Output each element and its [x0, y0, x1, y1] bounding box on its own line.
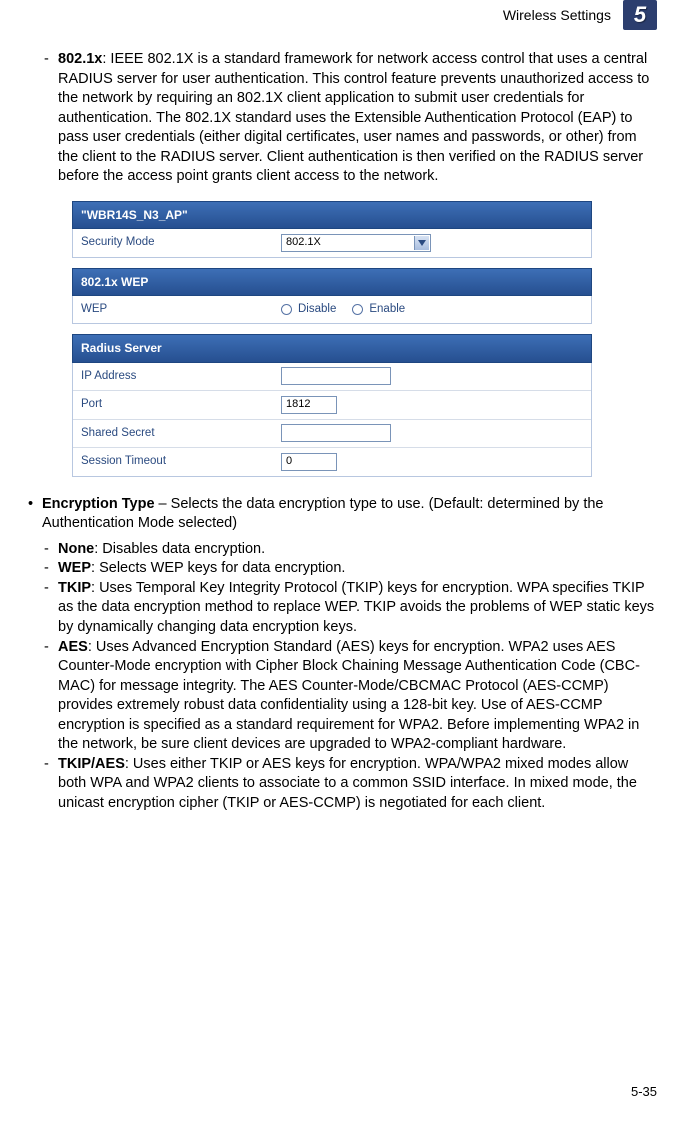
bullet-icon: • [28, 495, 42, 534]
port-label: Port [73, 391, 273, 419]
text-tkip: : Uses Temporal Key Integrity Protocol (… [58, 580, 654, 635]
header-title: Wireless Settings [503, 6, 611, 25]
wep-enable-radio[interactable] [352, 304, 363, 315]
port-field-cell: 1812 [273, 391, 591, 419]
body-text: 802.1x: IEEE 802.1X is a standard framew… [58, 50, 657, 187]
timeout-input[interactable]: 0 [281, 453, 337, 471]
panel-header-ap: "WBR14S_N3_AP" [72, 201, 592, 229]
dash-icon: - [44, 579, 58, 638]
list-item: - None: Disables data encryption. [28, 540, 657, 560]
panel-body-wep: WEP Disable Enable [72, 296, 592, 325]
term-tkip: TKIP [58, 580, 91, 596]
ip-label: IP Address [73, 363, 273, 391]
wep-disable-radio[interactable] [281, 304, 292, 315]
list-item: - 802.1x: IEEE 802.1X is a standard fram… [28, 50, 657, 187]
list-item: - TKIP/AES: Uses either TKIP or AES keys… [28, 755, 657, 814]
page-header: Wireless Settings 5 [0, 0, 685, 40]
embedded-ui: "WBR14S_N3_AP" Security Mode 802.1X 802.… [72, 201, 592, 477]
security-mode-label: Security Mode [73, 229, 273, 257]
term-8021x: 802.1x [58, 51, 102, 67]
security-mode-select[interactable]: 802.1X [281, 234, 431, 252]
list-item: - TKIP: Uses Temporal Key Integrity Prot… [28, 579, 657, 638]
table-row: Port 1812 [73, 390, 591, 419]
dash-icon: - [44, 50, 58, 187]
text-8021x: : IEEE 802.1X is a standard framework fo… [58, 51, 649, 184]
panel-body-radius: IP Address Port 1812 Shared Secret Sessi… [72, 363, 592, 477]
list-item: - AES: Uses Advanced Encryption Standard… [28, 638, 657, 755]
secret-input[interactable] [281, 424, 391, 442]
wep-label: WEP [73, 296, 273, 324]
term-aes: AES [58, 639, 88, 655]
text-wep: : Selects WEP keys for data encryption. [91, 560, 345, 576]
term-none: None [58, 541, 94, 557]
body-text: AES: Uses Advanced Encryption Standard (… [58, 638, 657, 755]
panel-header-radius: Radius Server [72, 334, 592, 362]
dash-icon: - [44, 559, 58, 579]
dash-icon: - [44, 755, 58, 814]
security-mode-value: 802.1X [286, 235, 321, 250]
text-tkipaes: : Uses either TKIP or AES keys for encry… [58, 756, 637, 811]
table-row: WEP Disable Enable [73, 296, 591, 324]
security-mode-field: 802.1X [273, 229, 591, 257]
list-item: • Encryption Type – Selects the data enc… [28, 495, 657, 534]
body-text: WEP: Selects WEP keys for data encryptio… [58, 559, 657, 579]
chevron-down-icon [414, 236, 429, 250]
panel-body-ap: Security Mode 802.1X [72, 229, 592, 258]
table-row: Session Timeout 0 [73, 447, 591, 476]
term-wep: WEP [58, 560, 91, 576]
ip-field-cell [273, 363, 591, 391]
port-input[interactable]: 1812 [281, 396, 337, 414]
body-text: TKIP/AES: Uses either TKIP or AES keys f… [58, 755, 657, 814]
text-aes: : Uses Advanced Encryption Standard (AES… [58, 639, 640, 753]
wep-enable-label: Enable [369, 302, 405, 318]
body-text: TKIP: Uses Temporal Key Integrity Protoc… [58, 579, 657, 638]
timeout-field-cell: 0 [273, 448, 591, 476]
secret-label: Shared Secret [73, 420, 273, 448]
page-number: 5-35 [631, 1083, 657, 1101]
text-none: : Disables data encryption. [94, 541, 265, 557]
wep-disable-label: Disable [298, 302, 336, 318]
term-tkipaes: TKIP/AES [58, 756, 125, 772]
secret-field-cell [273, 420, 591, 448]
wep-field: Disable Enable [273, 296, 591, 324]
table-row: Security Mode 802.1X [73, 229, 591, 257]
body-text: None: Disables data encryption. [58, 540, 657, 560]
table-row: Shared Secret [73, 419, 591, 448]
timeout-label: Session Timeout [73, 448, 273, 476]
body-text: Encryption Type – Selects the data encry… [42, 495, 657, 534]
ip-input[interactable] [281, 367, 391, 385]
dash-icon: - [44, 638, 58, 755]
table-row: IP Address [73, 363, 591, 391]
chapter-tab: 5 [623, 0, 657, 30]
dash-icon: - [44, 540, 58, 560]
page-content: - 802.1x: IEEE 802.1X is a standard fram… [0, 40, 685, 814]
panel-header-wep: 802.1x WEP [72, 268, 592, 296]
term-encryption-type: Encryption Type [42, 496, 155, 512]
list-item: - WEP: Selects WEP keys for data encrypt… [28, 559, 657, 579]
